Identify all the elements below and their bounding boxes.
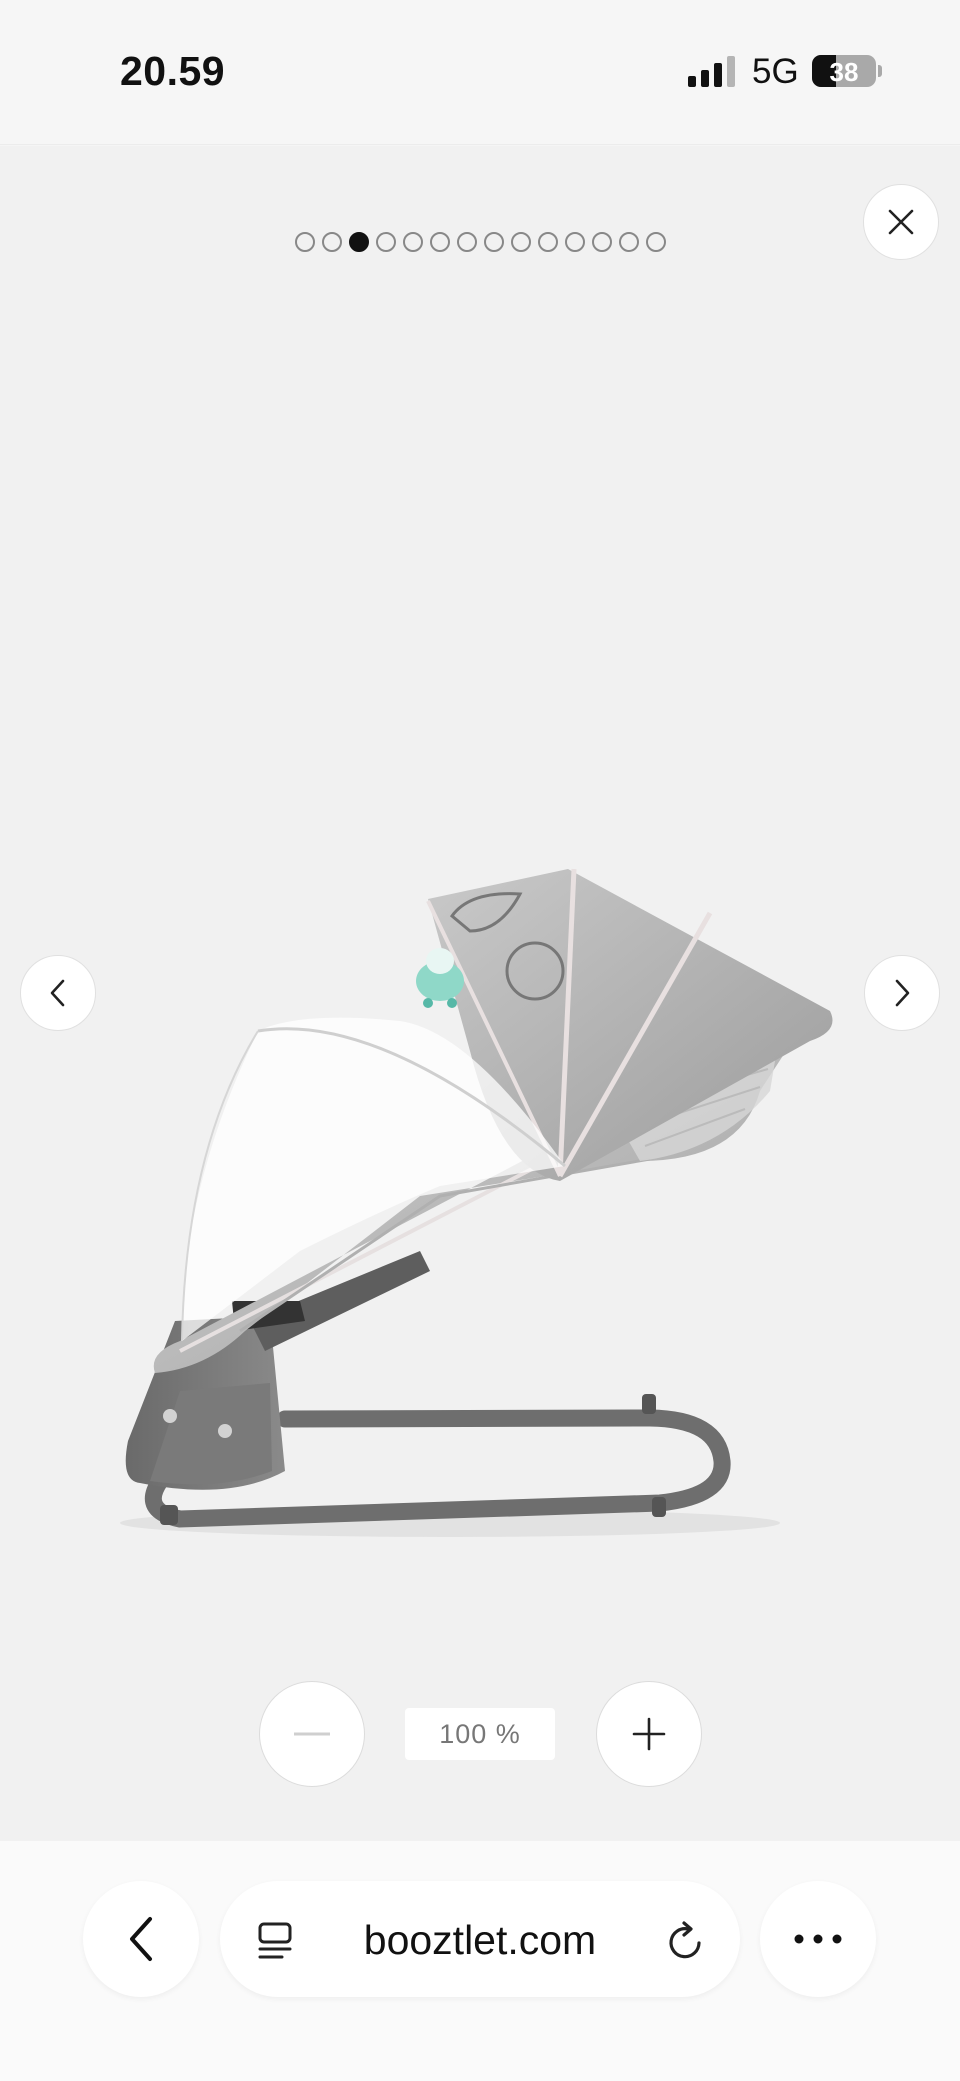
chevron-right-icon [895,979,910,1007]
zoom-in-button[interactable] [596,1681,702,1787]
address-bar[interactable]: booztlet.com [220,1881,740,1997]
pager-dot[interactable] [483,232,504,252]
image-viewer: 100 % [0,146,960,1841]
pager-dot[interactable] [375,232,396,252]
url-text: booztlet.com [363,1917,597,1963]
pager-dot[interactable] [321,232,342,252]
next-image-button[interactable] [864,955,940,1031]
pager-dot[interactable] [645,232,666,252]
screen: 20.59 5G 38 100 % booztlet.com [0,0,960,2081]
pager-dot[interactable] [429,232,450,252]
more-options-button[interactable] [760,1881,876,1997]
battery-tip [878,65,882,77]
pager-dot[interactable] [402,232,423,252]
minus-icon [294,1732,330,1736]
pager-dot[interactable] [564,232,585,252]
browser-toolbar: booztlet.com [0,1841,960,2081]
close-icon [888,209,914,235]
reload-icon[interactable] [666,1919,706,1963]
battery-icon: 38 [812,55,876,87]
zoom-out-button[interactable] [259,1681,365,1787]
browser-back-button[interactable] [83,1881,199,1997]
battery-level: 38 [829,57,859,87]
pager-dot[interactable] [618,232,639,252]
zoom-level: 100 % [405,1708,555,1760]
previous-image-button[interactable] [20,955,96,1031]
product-image[interactable] [0,291,960,1771]
image-pager [0,232,960,252]
clock: 20.59 [120,48,226,94]
pager-dot[interactable] [294,232,315,252]
chevron-left-icon [50,979,65,1007]
pager-dot[interactable] [537,232,558,252]
signal-strength-icon [688,56,735,87]
pager-dot[interactable] [456,232,477,252]
chevron-left-icon [130,1917,152,1961]
status-bar: 20.59 5G 38 [0,0,960,145]
pager-dot[interactable] [348,232,369,252]
ellipsis-icon [794,1934,842,1944]
network-type: 5G [752,52,799,91]
baby-bouncer-image [120,868,833,1537]
plus-icon [632,1717,666,1751]
close-button[interactable] [863,184,939,260]
pager-dot[interactable] [510,232,531,252]
pager-dot[interactable] [591,232,612,252]
